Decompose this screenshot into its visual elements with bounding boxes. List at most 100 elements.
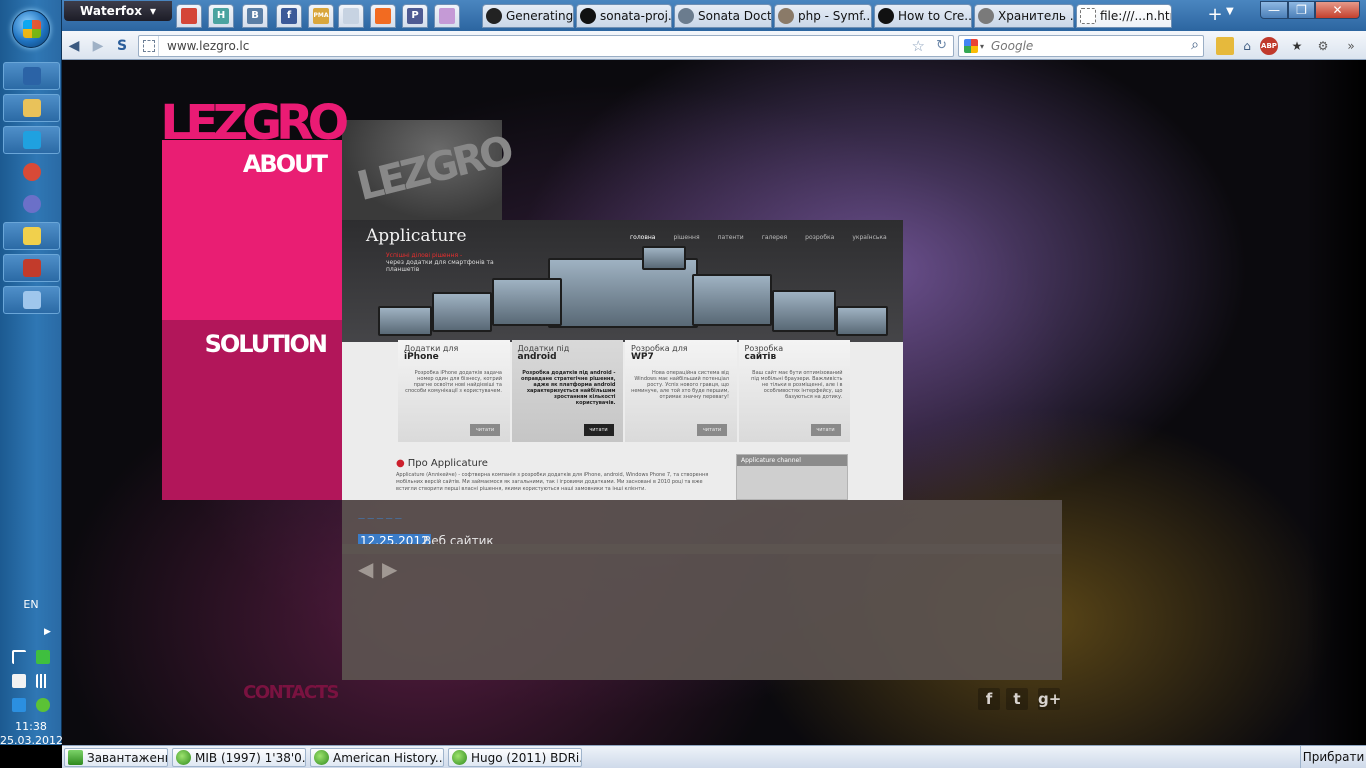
preview-nav-item: українська <box>852 234 887 241</box>
pinned-tab[interactable]: P <box>402 4 428 28</box>
action-center-flag-icon[interactable] <box>12 650 26 664</box>
pinned-tab[interactable]: f <box>276 4 302 28</box>
pinned-tab[interactable] <box>338 4 364 28</box>
url-bar[interactable]: ☆ ↻ <box>138 35 954 57</box>
utorrent-icon <box>314 750 329 765</box>
home-icon[interactable]: ⌂ <box>1238 37 1256 55</box>
device-mockup <box>432 292 492 332</box>
chevron-down-icon: ▾ <box>149 4 156 18</box>
bookmark-star-icon[interactable]: ☆ <box>912 37 925 55</box>
nav-contacts-link[interactable]: CONTACTS <box>162 682 339 703</box>
url-input[interactable] <box>159 37 859 55</box>
browser-tab[interactable]: Sonata Doct... <box>674 4 772 28</box>
browser-tab[interactable]: sonata-proj... <box>576 4 672 28</box>
bookmarks-menu-icon[interactable]: ★ <box>1288 37 1306 55</box>
windows-taskbar-bottom: Завантаження MIB (1997) 1'38'0... American… <box>62 745 1366 768</box>
taskbar-pinned-app[interactable] <box>3 286 60 314</box>
hero-background: LEZGRO <box>342 120 515 220</box>
google-icon <box>963 39 978 53</box>
check-tray-icon[interactable] <box>36 650 50 664</box>
portfolio-preview-image[interactable]: Applicature головна рішення патенти гале… <box>342 220 903 500</box>
windows-taskbar-left: EN ▶ 11:38 25.03.2012 <box>0 0 63 748</box>
taskbar-pinned-app[interactable] <box>3 222 60 250</box>
maximize-button[interactable]: ❐ <box>1288 1 1315 19</box>
preview-about-text: Applicature (Аплікейче) - софтверна комп… <box>396 472 709 492</box>
tab-label: sonata-proj... <box>600 9 672 23</box>
slider-prev-arrow-icon[interactable]: ◀ <box>358 559 376 579</box>
taskbar-pinned-app[interactable] <box>3 254 60 282</box>
facebook-icon[interactable]: f <box>978 688 1000 710</box>
reload-icon[interactable]: ↻ <box>936 38 947 53</box>
downloads-taskbar-item[interactable]: Завантаження <box>64 748 168 767</box>
language-indicator[interactable]: EN <box>0 598 62 611</box>
app-menu-button[interactable]: Waterfox ▾ <box>64 1 172 21</box>
pinned-tab[interactable]: B <box>242 4 268 28</box>
torrent-taskbar-item[interactable]: American History... <box>310 748 444 767</box>
preview-card-text: Розробка iPhone додатків задача номер од… <box>405 370 502 394</box>
clock[interactable]: 11:38 25.03.2012 <box>0 720 63 748</box>
dropbox-tray-icon[interactable] <box>12 698 26 712</box>
device-mockup <box>492 278 562 326</box>
tab-favicon-icon <box>978 8 994 24</box>
browser-tab[interactable]: Хранитель ... <box>974 4 1074 28</box>
preview-card-text: Ваш сайт має бути оптимізований під мобі… <box>751 370 843 400</box>
nav-about-link[interactable]: ABOUT <box>162 150 328 178</box>
twitter-icon[interactable]: t <box>1006 688 1028 710</box>
search-input[interactable] <box>989 39 1169 53</box>
adblock-icon[interactable]: ABP <box>1260 37 1278 55</box>
signal-tray-icon[interactable] <box>36 674 50 688</box>
nav-solution-link[interactable]: SOLUTION <box>162 330 328 358</box>
pinned-tab[interactable] <box>176 4 202 28</box>
browser-tab[interactable]: php - Symf... <box>774 4 872 28</box>
tab-label: Generating ... <box>506 9 574 23</box>
back-button[interactable]: ◀ <box>64 36 84 56</box>
slider-next-arrow-icon[interactable]: ▶ <box>382 559 400 579</box>
close-window-button[interactable]: ✕ <box>1315 1 1360 19</box>
taskbar-item-label: Завантаження <box>87 750 167 765</box>
browser-tab[interactable]: file:///...n.html <box>1076 4 1172 28</box>
list-all-tabs-button[interactable]: ▼ <box>1226 6 1234 17</box>
overflow-menu-icon[interactable]: » <box>1342 37 1360 55</box>
browser-tab[interactable]: How to Cre... <box>874 4 972 28</box>
vk-tab-icon: B <box>247 8 263 24</box>
skype-toolbar-icon[interactable]: S <box>112 36 132 56</box>
taskbar-pinned-app[interactable] <box>3 94 60 122</box>
preview-card-title: Розробка сайтів <box>745 344 845 362</box>
taskbar-pinned-app[interactable] <box>3 158 60 186</box>
tray-expand-icon[interactable]: ▶ <box>44 627 51 637</box>
google-plus-icon[interactable]: g+ <box>1038 688 1061 710</box>
site-identity-icon[interactable] <box>139 36 159 56</box>
messenger-icon <box>22 227 41 245</box>
pinned-tab[interactable] <box>370 4 396 28</box>
minimize-button[interactable]: — <box>1260 1 1288 19</box>
preview-card-title: Додатки під android <box>518 344 618 362</box>
preview-card-title-bold: WP7 <box>631 352 654 362</box>
tools-icon[interactable]: ⚙ <box>1314 37 1332 55</box>
browser-tab[interactable]: Generating ... <box>482 4 574 28</box>
skype-icon <box>22 131 41 149</box>
taskbar-pinned-app[interactable] <box>3 126 60 154</box>
pinned-tab[interactable] <box>434 4 460 28</box>
preview-tagline-highlight: Успішні ділові рішення - <box>386 252 463 259</box>
pinned-tab[interactable]: PMA <box>308 4 334 28</box>
shield-tray-icon[interactable] <box>36 698 50 712</box>
preview-card: Розробка сайтів Ваш сайт має бути оптиміз… <box>738 340 850 442</box>
taskbar-pinned-app[interactable] <box>3 62 60 90</box>
tab-label: How to Cre... <box>898 9 972 23</box>
forward-button[interactable]: ▶ <box>88 36 108 56</box>
search-icon[interactable]: ⌕ <box>1191 37 1199 53</box>
clock-date: 25.03.2012 <box>0 734 63 747</box>
start-button[interactable] <box>12 10 50 48</box>
rss-icon[interactable] <box>1216 37 1234 55</box>
notes-tray-icon[interactable] <box>12 674 26 688</box>
taskbar-pinned-app[interactable] <box>3 190 60 218</box>
search-bar[interactable]: ▾ ⌕ <box>958 35 1204 57</box>
site-logo[interactable]: LEZGRO <box>160 96 349 150</box>
torrent-taskbar-item[interactable]: Hugo (2011) BDRi... <box>448 748 582 767</box>
new-tab-button[interactable]: + <box>1204 5 1226 27</box>
search-engine-selector[interactable]: ▾ <box>959 36 989 56</box>
torrent-taskbar-item[interactable]: MIB (1997) 1'38'0... <box>172 748 306 767</box>
app-menu-label: Waterfox <box>80 4 142 18</box>
pinned-tab[interactable]: H <box>208 4 234 28</box>
hide-toolbar-button[interactable]: Прибрати <box>1300 746 1366 768</box>
